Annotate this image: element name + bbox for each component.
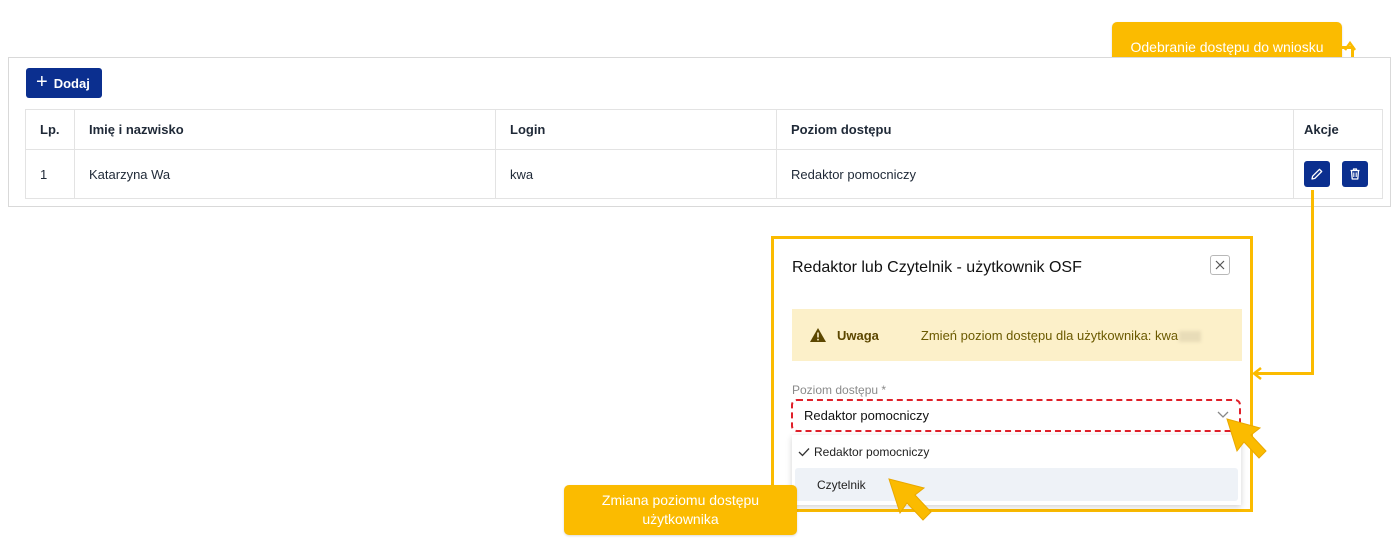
header-actions: Akcje bbox=[1293, 109, 1383, 150]
edit-button[interactable] bbox=[1304, 161, 1330, 187]
row-actions bbox=[1304, 161, 1372, 187]
table-header-row: Lp. Imię i nazwisko Login Poziom dostępu… bbox=[25, 109, 1383, 150]
pencil-icon bbox=[1311, 168, 1323, 180]
cell-name: Katarzyna Wa bbox=[74, 149, 496, 199]
option-czytelnik[interactable]: Czytelnik bbox=[795, 468, 1238, 501]
access-level-select[interactable]: Redaktor pomocniczy bbox=[791, 399, 1241, 432]
cell-level: Redaktor pomocniczy bbox=[776, 149, 1294, 199]
close-button[interactable] bbox=[1210, 255, 1230, 275]
users-panel: + Dodaj Lp. Imię i nazwisko Login Poziom… bbox=[8, 57, 1391, 207]
cell-lp: 1 bbox=[25, 149, 75, 199]
option-label: Redaktor pomocniczy bbox=[814, 444, 930, 459]
alert-message-text: Zmień poziom dostępu dla użytkownika: kw… bbox=[920, 327, 1179, 343]
close-icon bbox=[1215, 260, 1225, 270]
add-button-label: Dodaj bbox=[53, 75, 90, 91]
header-level: Poziom dostępu bbox=[776, 109, 1294, 150]
warning-icon bbox=[810, 328, 826, 342]
plus-icon: + bbox=[36, 71, 48, 93]
access-level-modal: Redaktor lub Czytelnik - użytkownik OSF … bbox=[771, 236, 1253, 512]
callout-remove-access-text: Odebranie dostępu do wniosku bbox=[1130, 38, 1324, 55]
pointer-arrow-icon bbox=[1226, 418, 1267, 459]
cell-actions bbox=[1293, 149, 1383, 199]
connector-line bbox=[1255, 372, 1314, 375]
callout-change-level-text: Zmiana poziomu dostępu użytkownika bbox=[601, 492, 760, 527]
header-lp: Lp. bbox=[25, 109, 75, 150]
trash-icon bbox=[1350, 168, 1360, 180]
access-level-dropdown: Redaktor pomocniczy Czytelnik bbox=[792, 435, 1241, 505]
users-table: Lp. Imię i nazwisko Login Poziom dostępu… bbox=[25, 109, 1383, 199]
header-login: Login bbox=[495, 109, 777, 150]
warning-alert: Uwaga Zmień poziom dostępu dla użytkowni… bbox=[792, 309, 1242, 361]
pointer-arrow-icon bbox=[888, 478, 932, 521]
modal-title: Redaktor lub Czytelnik - użytkownik OSF bbox=[792, 259, 1082, 276]
cell-login: kwa bbox=[495, 149, 777, 199]
access-level-label: Poziom dostępu * bbox=[792, 383, 887, 397]
add-button[interactable]: + Dodaj bbox=[26, 68, 102, 98]
table-row: 1 Katarzyna Wa kwa Redaktor pomocniczy bbox=[25, 149, 1383, 199]
select-value: Redaktor pomocniczy bbox=[804, 408, 929, 423]
callout-change-level: Zmiana poziomu dostępu użytkownika bbox=[564, 485, 797, 535]
connector-line bbox=[1311, 190, 1314, 375]
alert-title: Uwaga bbox=[837, 327, 879, 343]
header-name: Imię i nazwisko bbox=[74, 109, 496, 150]
option-label: Czytelnik bbox=[817, 477, 866, 492]
redacted-text bbox=[1179, 330, 1202, 342]
check-icon bbox=[798, 447, 810, 456]
option-redaktor-pomocniczy[interactable]: Redaktor pomocniczy bbox=[792, 435, 1241, 468]
arrow-up-icon bbox=[1343, 40, 1357, 51]
delete-button[interactable] bbox=[1342, 161, 1368, 187]
alert-message: Zmień poziom dostępu dla użytkownika: kw… bbox=[920, 327, 1202, 343]
